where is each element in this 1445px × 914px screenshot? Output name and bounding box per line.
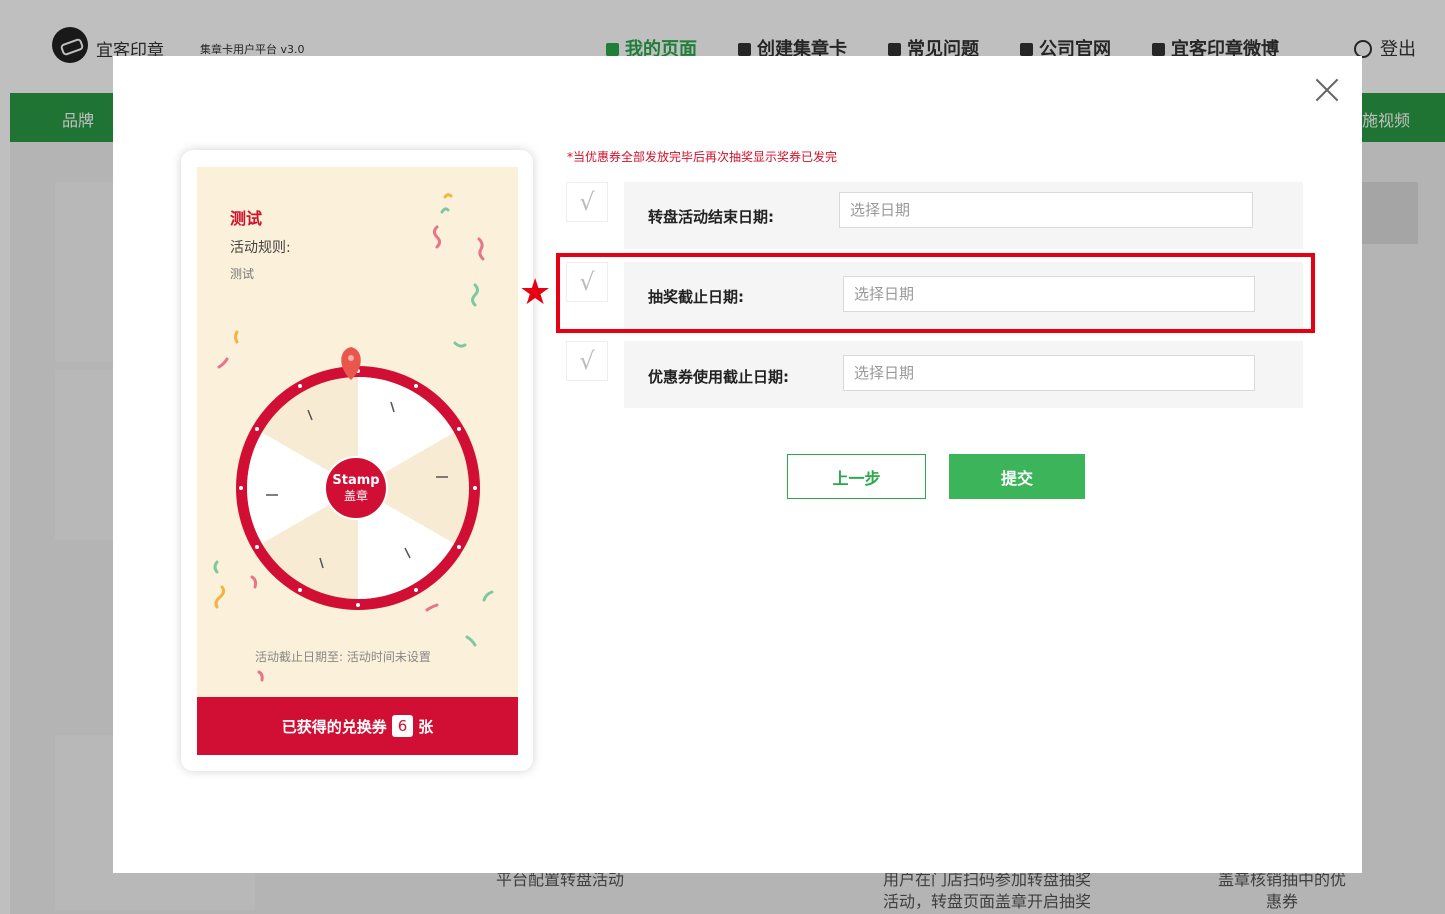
field-checkbox[interactable]: √ bbox=[566, 341, 608, 381]
close-icon[interactable] bbox=[1314, 77, 1340, 103]
wheel-center-bottom: 盖章 bbox=[344, 488, 368, 503]
submit-button[interactable]: 提交 bbox=[949, 454, 1085, 499]
wheel-end-date-input[interactable] bbox=[839, 192, 1253, 228]
field-label-wheel-end: 转盘活动结束日期: bbox=[648, 208, 774, 226]
coupon-prefix: 已获得的兑换券 bbox=[281, 717, 387, 736]
activity-end-date: 活动截止日期至: 活动时间未设置 bbox=[255, 650, 431, 664]
wheel-center-top: Stamp bbox=[332, 473, 379, 488]
prize-wheel: Stamp 盖章 bbox=[236, 347, 480, 610]
wheel-center-button[interactable] bbox=[324, 456, 388, 520]
coupon-end-date-input[interactable] bbox=[843, 355, 1255, 391]
activity-rules-label: 活动规则: bbox=[230, 240, 291, 256]
previous-step-button[interactable]: 上一步 bbox=[787, 454, 926, 499]
annotation-highlight-box bbox=[556, 253, 1315, 333]
activity-rules-text: 测试 bbox=[230, 267, 255, 281]
field-label-coupon-end: 优惠券使用截止日期: bbox=[648, 368, 789, 386]
coupon-warning-note: *当优惠券全部发放完毕后再次抽奖显示奖券已发完 bbox=[567, 150, 838, 164]
field-checkbox[interactable]: √ bbox=[566, 182, 608, 222]
coupon-count-badge: 6 bbox=[391, 715, 414, 737]
coupon-bar: 已获得的兑换券 6 张 bbox=[197, 697, 518, 755]
activity-title: 测试 bbox=[230, 209, 263, 228]
coupon-suffix: 张 bbox=[418, 717, 434, 736]
star-icon: ★ bbox=[519, 272, 552, 313]
